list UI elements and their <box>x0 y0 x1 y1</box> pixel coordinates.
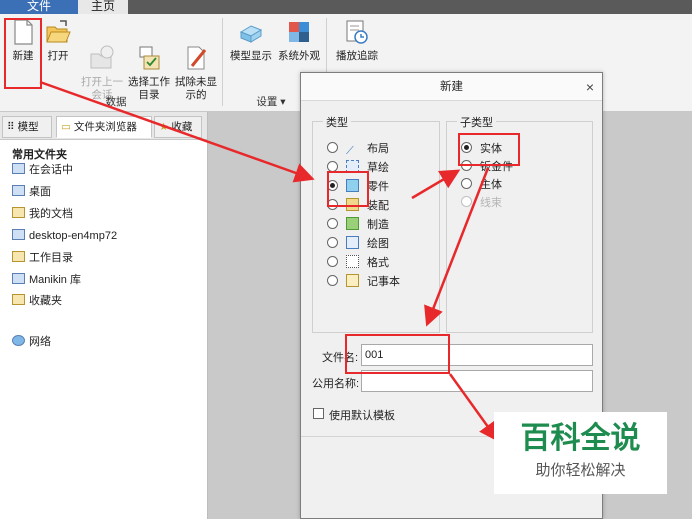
radio-button[interactable] <box>327 237 338 248</box>
play-trail-button[interactable]: 播放追踪 <box>332 18 382 63</box>
network-icon <box>12 335 25 346</box>
folder-item-desktop[interactable]: 桌面 <box>12 184 51 200</box>
select-working-directory-icon <box>136 31 162 70</box>
radio-button[interactable] <box>461 178 472 189</box>
navigator-panel: ⠿ 模型 ▭ 文件夹浏览器 ★ 收藏 常用文件夹 在会话中 桌面 我的文档 de… <box>0 112 208 519</box>
tab-folder-browser[interactable]: ▭ 文件夹浏览器 <box>56 116 152 138</box>
close-icon[interactable]: × <box>586 73 594 101</box>
model-display-icon <box>238 18 264 46</box>
dialog-title: 新建 <box>440 81 463 93</box>
dialog-title-bar: 新建 × <box>301 73 602 101</box>
file-tab[interactable]: 文件 <box>0 0 78 14</box>
subtype-bulk-radio[interactable]: 主体 <box>461 177 502 193</box>
erase-not-displayed-button[interactable]: 拭除未显 示的 <box>174 18 218 115</box>
tab-favorites[interactable]: ★ 收藏 <box>154 116 202 138</box>
folder-item-manikin-library[interactable]: Manikin 库 <box>12 272 81 288</box>
favorites-icon: ★ <box>159 121 172 133</box>
notebook-icon <box>346 274 359 287</box>
part-type-highlight <box>327 171 369 207</box>
type-group-title: 类型 <box>323 114 351 130</box>
monitor-icon <box>12 163 25 174</box>
drawing-icon <box>346 236 359 249</box>
type-group: 类型 ⟋ 布局 草绘 零件 装配 制造 绘图 格式 记事本 <box>312 114 440 333</box>
solid-subtype-highlight <box>458 133 520 166</box>
library-icon <box>12 273 25 284</box>
menu-bar: 文件 主页 <box>0 0 692 14</box>
system-appearance-button[interactable]: 系统外观 <box>276 18 322 63</box>
type-layout-radio[interactable]: ⟋ 布局 <box>327 141 389 157</box>
type-manufacturing-radio[interactable]: 制造 <box>327 217 389 233</box>
type-notebook-radio[interactable]: 记事本 <box>327 274 400 290</box>
radio-button[interactable] <box>327 256 338 267</box>
model-tree-icon: ⠿ <box>7 121 18 133</box>
folder-item-my-documents[interactable]: 我的文档 <box>12 206 73 222</box>
common-name-label: 公用名称: <box>312 378 360 390</box>
format-icon <box>346 255 359 268</box>
radio-button-disabled <box>461 196 472 207</box>
folder-item-network[interactable]: 网络 <box>12 334 51 350</box>
folder-item-computer[interactable]: desktop-en4mp72 <box>12 228 117 244</box>
favorites-folder-icon <box>12 294 25 305</box>
desktop-icon <box>12 185 25 196</box>
open-folder-icon <box>45 18 71 46</box>
watermark: 百科全说 助你轻松解决 <box>494 412 667 494</box>
type-format-radio[interactable]: 格式 <box>327 255 389 271</box>
open-last-session-icon <box>89 31 115 69</box>
computer-icon <box>12 229 25 240</box>
layout-icon: ⟋ <box>346 145 354 157</box>
folder-browser-icon: ▭ <box>61 121 74 133</box>
group-settings-label[interactable]: 设置 ▾ <box>246 94 296 109</box>
working-directory-icon <box>12 251 25 262</box>
ribbon-separator <box>222 18 223 106</box>
play-trail-label: 播放追踪 <box>336 50 378 62</box>
subtype-group-title: 子类型 <box>457 114 496 130</box>
model-display-button[interactable]: 模型显示 <box>228 18 274 63</box>
use-default-template-checkbox[interactable] <box>313 408 324 419</box>
open-button-label: 打开 <box>47 50 69 62</box>
folder-item-in-session[interactable]: 在会话中 <box>12 162 73 178</box>
system-appearance-icon <box>286 18 312 46</box>
manufacturing-icon <box>346 217 359 230</box>
model-display-label: 模型显示 <box>230 50 272 62</box>
watermark-subtitle: 助你轻松解决 <box>535 461 626 479</box>
erase-not-displayed-icon <box>183 31 209 70</box>
radio-button[interactable] <box>327 218 338 229</box>
use-default-template-label: 使用默认模板 <box>329 410 395 422</box>
radio-button[interactable] <box>327 275 338 286</box>
subtype-harness-radio: 线束 <box>461 195 502 211</box>
watermark-title: 百科全说 <box>520 421 641 456</box>
erase-not-displayed-label: 拭除未显 示的 <box>175 76 217 101</box>
play-trail-icon <box>344 18 370 46</box>
folder-item-favorites[interactable]: 收藏夹 <box>12 293 62 309</box>
folder-item-working-directory[interactable]: 工作目录 <box>12 250 73 266</box>
radio-button[interactable] <box>327 142 338 153</box>
file-name-highlight <box>345 334 450 374</box>
open-button[interactable]: 打开 <box>42 18 74 63</box>
group-data-label: 数据 <box>105 96 127 108</box>
common-folders-title: 常用文件夹 <box>12 149 67 161</box>
tab-model-tree[interactable]: ⠿ 模型 <box>2 116 52 138</box>
home-tab[interactable]: 主页 <box>78 0 128 14</box>
type-drawing-radio[interactable]: 绘图 <box>327 236 389 252</box>
documents-icon <box>12 207 25 218</box>
system-appearance-label: 系统外观 <box>278 50 320 62</box>
new-button-highlight <box>4 18 42 89</box>
navigator-tabs: ⠿ 模型 ▭ 文件夹浏览器 ★ 收藏 <box>0 112 207 140</box>
